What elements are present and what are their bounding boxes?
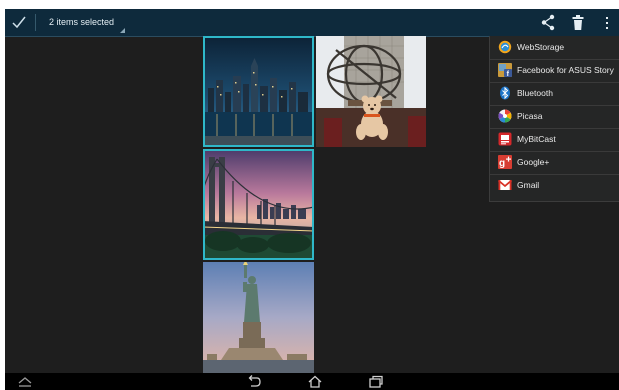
share-option-google-plus[interactable]: g Google+ bbox=[490, 151, 619, 175]
webstorage-icon bbox=[498, 40, 512, 54]
share-option-facebook-asus-story[interactable]: f Facebook for ASUS Story bbox=[490, 59, 619, 83]
recent-apps-icon[interactable] bbox=[368, 375, 384, 388]
photo-atlas-statue-bear[interactable] bbox=[316, 36, 426, 147]
trash-icon[interactable] bbox=[571, 14, 585, 31]
share-icon[interactable] bbox=[540, 14, 556, 31]
share-option-label: Facebook for ASUS Story bbox=[517, 65, 614, 75]
action-bar-divider bbox=[35, 14, 36, 31]
photo-statue-of-liberty[interactable] bbox=[203, 262, 314, 373]
share-option-gmail[interactable]: Gmail bbox=[490, 174, 619, 197]
check-icon[interactable] bbox=[11, 13, 27, 31]
action-bar: 2 items selected bbox=[5, 9, 619, 37]
photo-city-skyline-night[interactable] bbox=[203, 36, 314, 147]
share-option-label: Gmail bbox=[517, 180, 540, 190]
back-icon[interactable] bbox=[246, 375, 262, 388]
selection-count-label[interactable]: 2 items selected bbox=[49, 17, 114, 27]
share-option-label: Google+ bbox=[517, 157, 550, 167]
svg-text:g: g bbox=[499, 158, 505, 169]
share-option-bluetooth[interactable]: Bluetooth bbox=[490, 82, 619, 106]
google-plus-icon: g bbox=[498, 155, 512, 169]
system-nav-bar bbox=[5, 373, 619, 390]
bluetooth-icon bbox=[500, 86, 510, 100]
share-option-mybitcast[interactable]: MyBitCast bbox=[490, 128, 619, 152]
selection-dropdown-caret-icon[interactable] bbox=[120, 28, 125, 33]
share-option-label: WebStorage bbox=[517, 42, 565, 52]
share-option-webstorage[interactable]: WebStorage bbox=[490, 36, 619, 60]
mybitcast-icon bbox=[498, 132, 512, 146]
share-option-picasa[interactable]: Picasa bbox=[490, 105, 619, 129]
share-option-label: MyBitCast bbox=[517, 134, 556, 144]
collapse-up-icon[interactable] bbox=[17, 375, 33, 388]
home-icon[interactable] bbox=[307, 375, 323, 388]
gmail-icon bbox=[498, 179, 512, 190]
gallery-screen: 2 items selected WebStorage f Facebook f… bbox=[5, 9, 619, 390]
picasa-icon bbox=[498, 109, 512, 123]
share-option-label: Picasa bbox=[517, 111, 543, 121]
photo-bridge-sunset[interactable] bbox=[203, 149, 314, 260]
share-option-label: Bluetooth bbox=[517, 88, 553, 98]
overflow-menu-icon[interactable] bbox=[604, 14, 610, 31]
facebook-icon: f bbox=[498, 63, 512, 77]
share-menu: WebStorage f Facebook for ASUS Story Blu… bbox=[489, 36, 619, 202]
